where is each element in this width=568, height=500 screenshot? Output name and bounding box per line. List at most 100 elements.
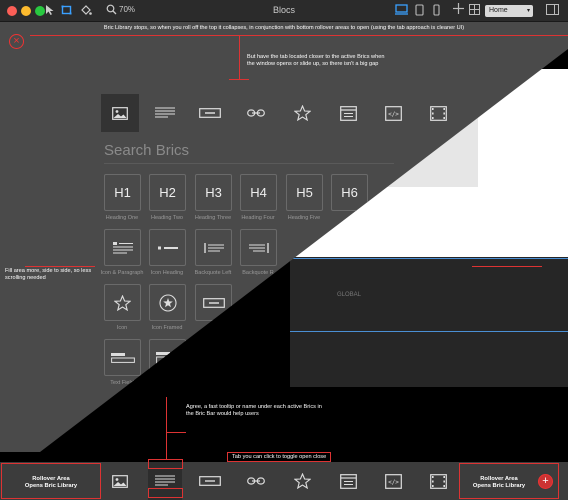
svg-text:</>: </> — [388, 111, 399, 118]
page-grid-icon[interactable] — [469, 4, 480, 19]
bric-backquote-left[interactable] — [195, 229, 232, 266]
close-icon: × — [13, 35, 20, 47]
rollover-area-left[interactable]: Rollover Area Opens Bric Library — [1, 463, 101, 499]
search-underline — [104, 163, 394, 164]
bric-heading-three[interactable]: H3 — [195, 174, 232, 211]
link-icon — [247, 477, 265, 485]
button-icon — [199, 476, 221, 486]
tab-browser[interactable] — [329, 94, 367, 132]
bric-icon[interactable] — [104, 284, 141, 321]
page-select[interactable]: Home ▾ — [485, 5, 533, 17]
desktop-view-icon[interactable] — [395, 4, 408, 19]
bric-heading-two[interactable]: H2 — [149, 174, 186, 211]
bric-label: Heading Two — [150, 215, 183, 221]
tab-star[interactable] — [283, 94, 321, 132]
bar-tab-image[interactable] — [103, 462, 137, 500]
button-icon — [202, 297, 225, 308]
annotation-line — [166, 432, 186, 433]
annotation-line — [166, 397, 167, 459]
bric-heading-four[interactable]: H4 — [240, 174, 277, 211]
tab-image[interactable] — [101, 94, 139, 132]
tab-text[interactable] — [146, 94, 184, 132]
bric-text-field[interactable] — [104, 339, 141, 376]
bric-backquote-right[interactable] — [240, 229, 277, 266]
annotation-box — [148, 459, 183, 469]
tab-video[interactable] — [419, 94, 457, 132]
bar-tab-button[interactable] — [193, 462, 227, 500]
bar-tab-star[interactable] — [285, 462, 319, 500]
video-icon — [429, 105, 447, 121]
code-icon: </> — [384, 105, 402, 121]
bric-glyph: H5 — [296, 185, 313, 200]
bric-label: Heading Five — [287, 215, 321, 221]
plus-icon: + — [542, 475, 549, 487]
star-icon — [293, 473, 311, 489]
bric-glyph: H1 — [114, 185, 131, 200]
image-icon — [112, 106, 128, 120]
search-brics-input[interactable]: Search Brics — [104, 142, 189, 159]
svg-text:</>: </> — [388, 479, 399, 486]
annotation-tooltip: Agree, a fast tooltip or name under each… — [186, 404, 322, 417]
button-icon — [199, 108, 221, 118]
tab-link[interactable] — [237, 94, 275, 132]
bric-label: Heading Four — [241, 215, 275, 221]
code-icon: </> — [384, 473, 402, 489]
bric-glyph: H3 — [205, 185, 222, 200]
tablet-view-icon[interactable] — [415, 4, 424, 20]
phone-view-icon[interactable] — [433, 4, 440, 20]
close-library-button[interactable]: × — [9, 34, 24, 49]
annotation-top: Bric Library stops, so when you roll off… — [103, 25, 465, 31]
text-field-icon — [110, 352, 135, 363]
window-title: Blocs — [272, 5, 295, 15]
backquote-left-icon — [203, 242, 224, 253]
browser-icon — [339, 473, 357, 489]
bric-icon-paragraph[interactable] — [104, 229, 141, 266]
bric-glyph: H2 — [159, 185, 176, 200]
bar-tab-link[interactable] — [239, 462, 273, 500]
page-select-value: Home — [489, 7, 508, 14]
text-lines-icon — [155, 107, 175, 118]
add-page-icon[interactable] — [453, 2, 464, 16]
bar-tab-code[interactable]: </> — [376, 462, 410, 500]
bric-glyph: H6 — [341, 185, 358, 200]
annotation-toggle: Tab you can click to toggle open close — [227, 452, 332, 462]
annotation-fill-area: Fill area more, side to side, so less sc… — [5, 268, 97, 282]
title-bar: 70% Blocs Home ▾ — [0, 0, 568, 22]
annotation-line — [30, 35, 568, 36]
chevron-down-icon: ▾ — [526, 8, 530, 14]
link-icon — [247, 109, 265, 117]
annotation-box — [148, 488, 183, 498]
global-label: GLOBAL — [337, 292, 362, 298]
bric-icon-heading[interactable] — [149, 229, 186, 266]
star-framed-icon — [158, 293, 177, 312]
annotation-line — [25, 266, 95, 267]
preview-dark-section — [290, 257, 568, 387]
bric-heading-six[interactable]: H6 — [331, 174, 368, 211]
bric-icon-framed[interactable] — [149, 284, 186, 321]
annotation-tab-closer: But have the tab located closer to the a… — [247, 54, 385, 67]
image-icon — [112, 474, 128, 488]
tab-code[interactable]: </> — [374, 94, 412, 132]
icon-heading-icon — [157, 246, 178, 249]
bric-bar: Rollover Area Opens Bric Library Rollove… — [0, 462, 568, 500]
design-canvas[interactable]: GLOBAL Bric Library stops, so when you r… — [0, 22, 568, 462]
sidebar-toggle-icon[interactable] — [546, 4, 559, 19]
annotation-line — [229, 79, 249, 80]
video-icon — [429, 473, 447, 489]
annotation-line — [239, 36, 240, 80]
star-icon — [293, 105, 311, 121]
browser-icon — [339, 105, 357, 121]
bric-heading-five[interactable]: H5 — [286, 174, 323, 211]
section-divider — [290, 331, 568, 332]
bric-glyph: H4 — [250, 185, 267, 200]
backquote-right-icon — [248, 242, 269, 253]
bric-label: Icon Framed — [151, 325, 183, 331]
bric-heading-one[interactable]: H1 — [104, 174, 141, 211]
annotation-line — [472, 266, 542, 267]
annotation-fill-area-text: Fill area more, side to side, so less sc… — [5, 268, 92, 281]
bric-label: Icon Heading — [150, 270, 184, 276]
tab-button[interactable] — [191, 94, 229, 132]
bar-tab-video[interactable] — [421, 462, 455, 500]
bar-tab-browser[interactable] — [331, 462, 365, 500]
add-bric-button[interactable]: + — [538, 474, 553, 489]
